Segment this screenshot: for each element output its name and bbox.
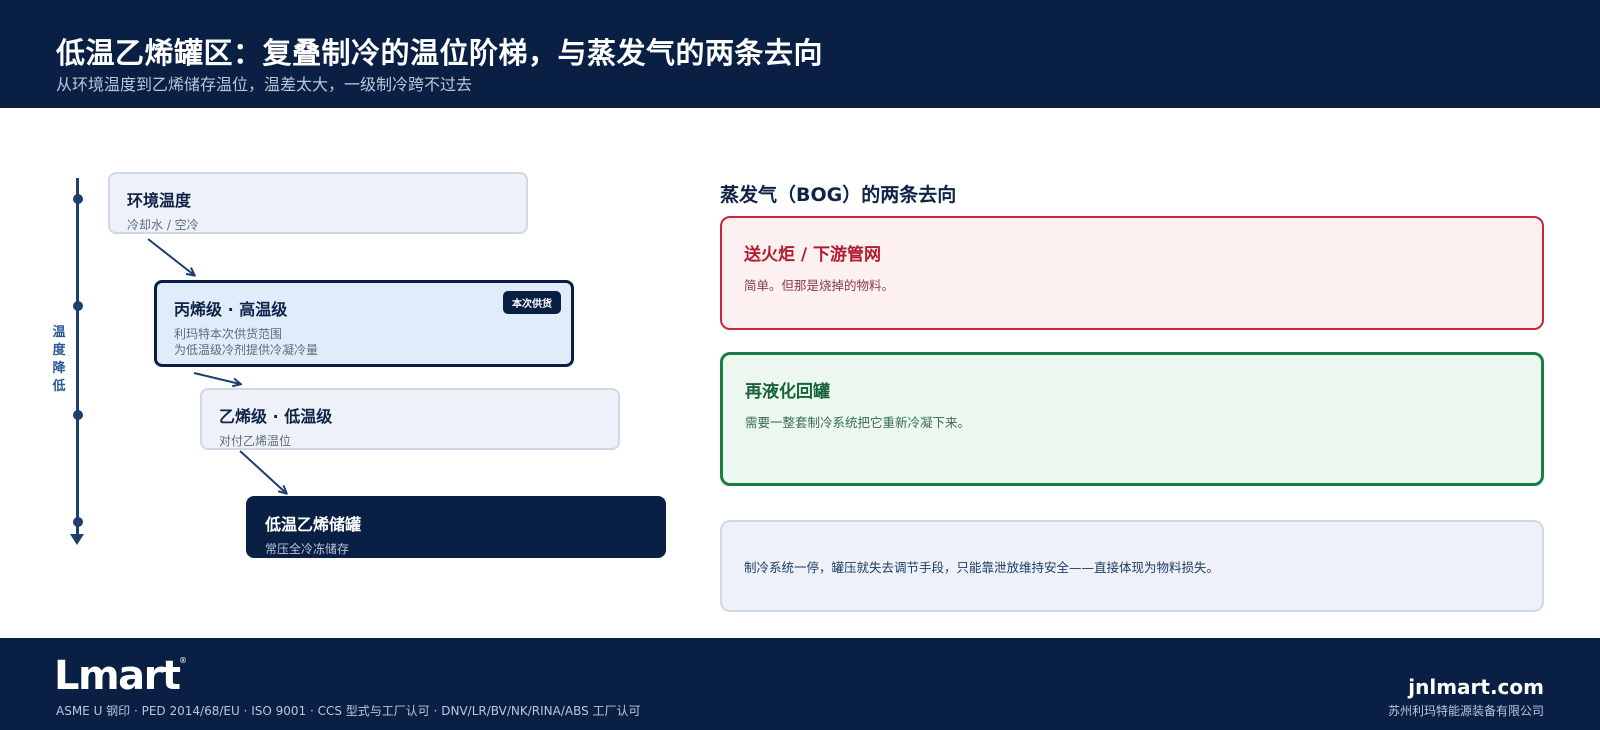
- arrow-ambient-to-propylene: [147, 238, 194, 275]
- step-ambient: 环境温度 冷却水 / 空冷: [108, 172, 528, 234]
- step-propylene-title: 丙烯级 · 高温级: [174, 300, 288, 319]
- website-link[interactable]: jnlmart.com: [1408, 675, 1544, 699]
- certifications-list: ASME U 钢印 · PED 2014/68/EU · ISO 9001 · …: [56, 704, 641, 718]
- arrow-ethylene-to-tank: [239, 450, 286, 493]
- bog-option-flare-title: 送火炬 / 下游管网: [744, 245, 882, 265]
- step-propylene: 本次供货 丙烯级 · 高温级 利玛特本次供货范围 为低温级冷剂提供冷凝冷量: [154, 280, 574, 367]
- bog-option-flare: 送火炬 / 下游管网 简单。但那是烧掉的物料。: [720, 216, 1544, 330]
- step-ambient-title: 环境温度: [127, 191, 192, 210]
- step-tank: 低温乙烯储罐 常压全冷冻储存: [246, 496, 666, 558]
- step-propylene-desc-line: 为低温级冷剂提供冷凝冷量: [174, 343, 319, 357]
- step-ethylene-title: 乙烯级 · 低温级: [219, 407, 333, 426]
- step-ambient-desc: 冷却水 / 空冷: [127, 218, 199, 232]
- step-ethylene-desc: 对付乙烯温位: [219, 434, 292, 448]
- supply-scope-badge: 本次供货: [503, 291, 561, 314]
- step-tank-title: 低温乙烯储罐: [265, 515, 362, 534]
- step-propylene-desc-line: 利玛特本次供货范围: [174, 327, 283, 341]
- bog-option-flare-desc: 简单。但那是烧掉的物料。: [744, 278, 895, 293]
- company-name: 苏州利玛特能源装备有限公司: [1387, 704, 1544, 718]
- step-propylene-desc: 利玛特本次供货范围 为低温级冷剂提供冷凝冷量: [174, 326, 554, 358]
- bog-option-reliquefy-title: 再液化回罐: [745, 382, 830, 402]
- registered-mark: ®: [179, 656, 187, 665]
- bog-note-text: 制冷系统一停，罐压就失去调节手段，只能靠泄放维持安全——直接体现为物料损失。: [744, 559, 1220, 575]
- bog-note: 制冷系统一停，罐压就失去调节手段，只能靠泄放维持安全——直接体现为物料损失。: [720, 520, 1544, 612]
- step-tank-desc: 常压全冷冻储存: [265, 542, 350, 556]
- arrow-propylene-to-ethylene: [193, 372, 240, 384]
- company-logo: Lmart: [54, 653, 181, 699]
- step-ethylene: 乙烯级 · 低温级 对付乙烯温位: [200, 388, 620, 450]
- page-footer: Lmart ® ASME U 钢印 · PED 2014/68/EU · ISO…: [0, 638, 1600, 730]
- bog-section-title: 蒸发气（BOG）的两条去向: [720, 184, 957, 206]
- bog-option-reliquefy-desc: 需要一整套制冷系统把它重新冷凝下来。: [745, 415, 971, 430]
- bog-option-reliquefy: 再液化回罐 需要一整套制冷系统把它重新冷凝下来。: [720, 352, 1544, 486]
